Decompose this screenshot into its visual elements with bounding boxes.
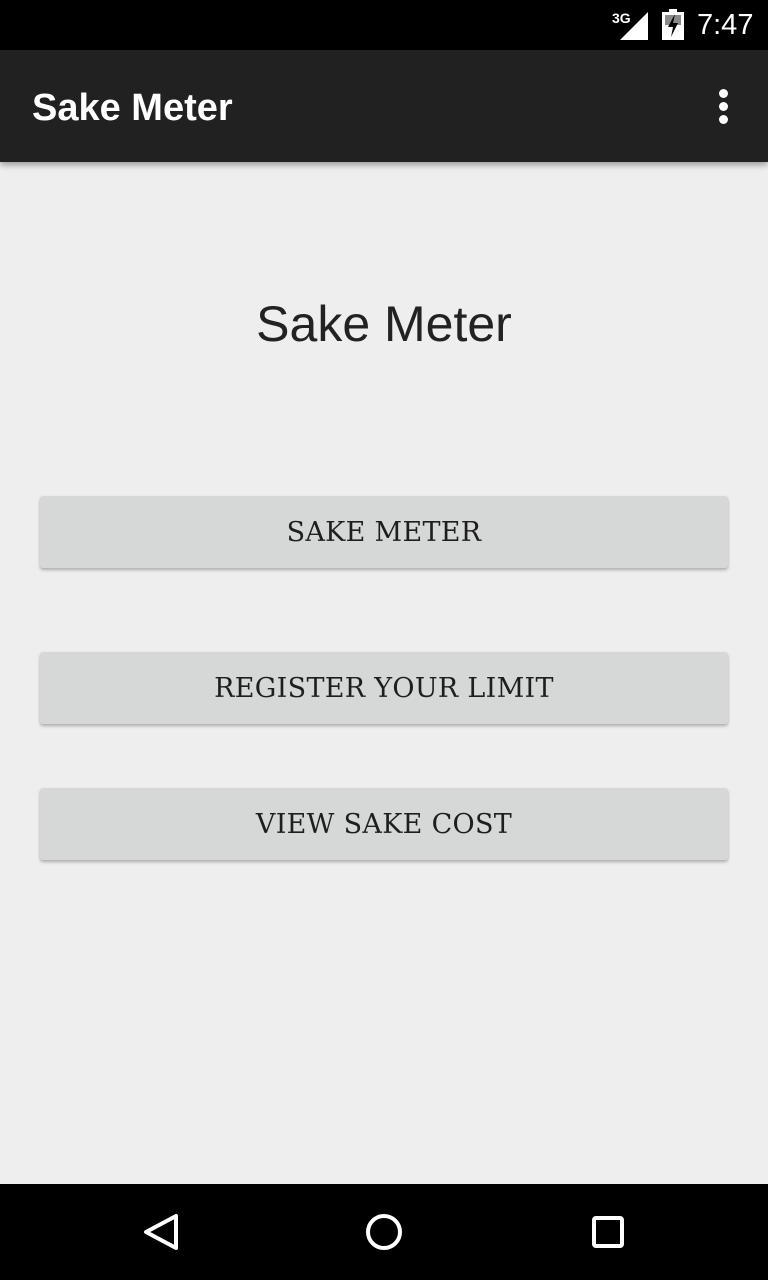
network-type-label: 3G	[612, 10, 631, 26]
recents-icon[interactable]	[578, 1202, 638, 1262]
register-limit-button[interactable]: REGISTER YOUR LIMIT	[40, 652, 728, 724]
battery-charging-icon	[662, 9, 684, 40]
more-vert-icon[interactable]	[700, 78, 748, 134]
nav-bar	[0, 1184, 768, 1280]
app-bar: Sake Meter	[0, 50, 768, 162]
back-icon[interactable]	[130, 1202, 190, 1262]
status-clock: 7:47	[697, 9, 754, 41]
page-heading: Sake Meter	[256, 296, 512, 352]
screen: 3G 7:47 Sake Meter Sake Meter SAKE METER…	[0, 0, 768, 1280]
sake-meter-button[interactable]: SAKE METER	[40, 496, 728, 568]
overflow-dot	[719, 115, 728, 124]
overflow-dot	[719, 89, 728, 98]
status-bar: 3G 7:47	[0, 0, 768, 50]
home-icon[interactable]	[354, 1202, 414, 1262]
view-sake-cost-button[interactable]: VIEW SAKE COST	[40, 788, 728, 860]
app-title: Sake Meter	[32, 87, 233, 129]
overflow-dot	[719, 102, 728, 111]
